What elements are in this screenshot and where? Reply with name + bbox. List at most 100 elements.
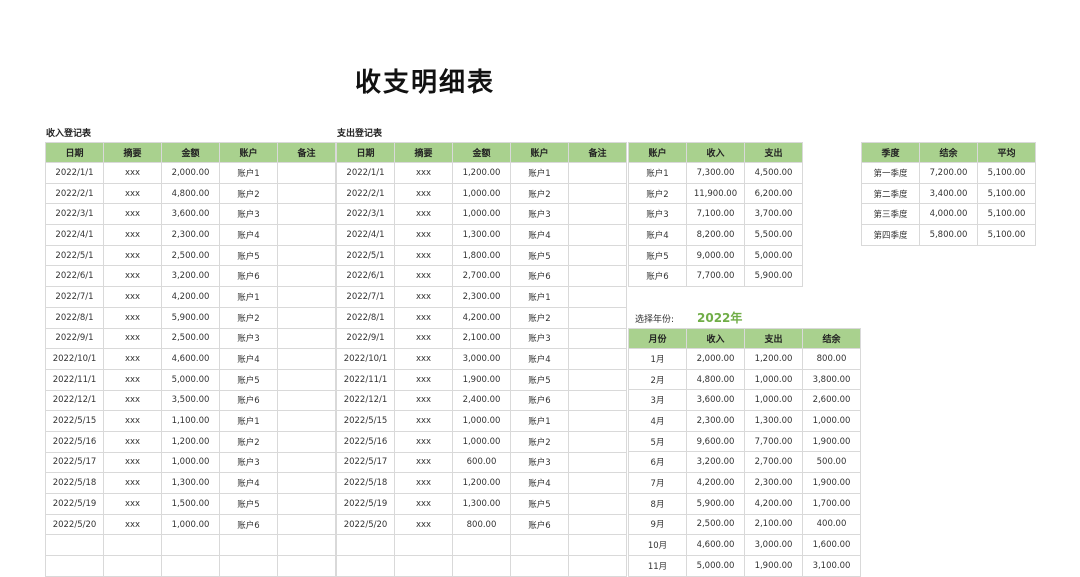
table-cell[interactable]: 2022/5/16 <box>336 430 395 453</box>
table-cell[interactable]: 账户1 <box>219 410 278 432</box>
table-cell[interactable]: 2022/5/15 <box>45 410 104 432</box>
table-cell[interactable]: 1,900.00 <box>452 368 511 391</box>
table-cell[interactable]: 7,200.00 <box>919 162 978 184</box>
table-cell[interactable]: 5,900.00 <box>744 265 803 288</box>
table-cell[interactable]: 1,000.00 <box>161 513 220 536</box>
table-cell[interactable] <box>568 555 627 577</box>
table-cell[interactable]: 1,900.00 <box>744 554 803 577</box>
table-cell[interactable]: 2,700.00 <box>452 265 511 288</box>
table-cell[interactable]: xxx <box>394 389 453 412</box>
table-cell[interactable]: 2022/5/19 <box>45 493 104 515</box>
table-cell[interactable]: 账户3 <box>510 203 569 226</box>
table-cell[interactable]: 4,600.00 <box>161 348 220 370</box>
table-cell[interactable] <box>277 472 336 494</box>
table-cell[interactable]: 3,200.00 <box>686 451 745 474</box>
table-cell[interactable]: 第三季度 <box>861 203 920 226</box>
table-cell[interactable]: 1,000.00 <box>452 182 511 205</box>
table-cell[interactable]: 10月 <box>628 534 687 556</box>
table-cell[interactable]: 1,200.00 <box>744 348 803 370</box>
table-cell[interactable]: 3,600.00 <box>686 389 745 412</box>
table-cell[interactable]: 账户1 <box>219 162 278 184</box>
table-cell[interactable]: 1,000.00 <box>802 410 861 432</box>
table-cell[interactable]: 2022/7/1 <box>336 286 395 308</box>
table-cell[interactable]: xxx <box>103 389 162 412</box>
table-cell[interactable]: 400.00 <box>802 513 861 536</box>
table-cell[interactable]: 3,000.00 <box>452 348 511 370</box>
table-cell[interactable]: 5,900.00 <box>161 306 220 329</box>
table-cell[interactable]: 2022/3/1 <box>45 203 104 226</box>
table-cell[interactable] <box>277 348 336 370</box>
table-cell[interactable]: 2022/2/1 <box>336 182 395 205</box>
table-cell[interactable] <box>45 555 104 577</box>
table-cell[interactable]: 账户5 <box>219 493 278 515</box>
table-cell[interactable] <box>277 182 336 205</box>
table-cell[interactable]: 4,600.00 <box>686 534 745 556</box>
table-cell[interactable]: 1月 <box>628 348 687 370</box>
table-cell[interactable]: 1,000.00 <box>744 389 803 412</box>
table-cell[interactable]: 2,700.00 <box>744 451 803 474</box>
table-cell[interactable]: 1,300.00 <box>744 410 803 432</box>
table-cell[interactable]: 账户5 <box>510 368 569 391</box>
table-cell[interactable]: 2022/1/1 <box>336 162 395 184</box>
table-cell[interactable]: 1,300.00 <box>452 493 511 515</box>
table-cell[interactable] <box>568 265 627 288</box>
table-cell[interactable]: 2,400.00 <box>452 389 511 412</box>
table-cell[interactable]: 2022/8/1 <box>336 306 395 329</box>
table-cell[interactable]: 4,500.00 <box>744 162 803 184</box>
table-cell[interactable]: 1,900.00 <box>802 430 861 453</box>
table-cell[interactable]: 1,200.00 <box>452 162 511 184</box>
table-cell[interactable]: 7,100.00 <box>686 203 745 226</box>
table-cell[interactable]: 2022/11/1 <box>336 368 395 391</box>
table-cell[interactable]: 账户1 <box>510 410 569 432</box>
table-cell[interactable]: 2,100.00 <box>744 513 803 536</box>
table-cell[interactable] <box>103 555 162 577</box>
table-cell[interactable]: 3,500.00 <box>161 389 220 412</box>
table-cell[interactable] <box>568 224 627 246</box>
table-cell[interactable]: 2022/5/18 <box>336 472 395 494</box>
table-cell[interactable]: xxx <box>103 244 162 267</box>
table-cell[interactable] <box>568 203 627 226</box>
table-cell[interactable]: xxx <box>103 182 162 205</box>
table-cell[interactable]: 4,800.00 <box>686 368 745 391</box>
table-cell[interactable]: 800.00 <box>802 348 861 370</box>
table-cell[interactable]: 账户4 <box>219 224 278 246</box>
table-cell[interactable]: xxx <box>394 182 453 205</box>
table-cell[interactable]: 1,000.00 <box>452 410 511 432</box>
table-cell[interactable]: 8,200.00 <box>686 224 745 246</box>
table-cell[interactable] <box>277 513 336 536</box>
table-cell[interactable]: 账户3 <box>219 203 278 226</box>
table-cell[interactable]: 1,900.00 <box>802 472 861 494</box>
table-cell[interactable]: 5,800.00 <box>919 224 978 246</box>
table-cell[interactable] <box>277 244 336 267</box>
table-cell[interactable]: 2022/5/20 <box>45 513 104 536</box>
table-cell[interactable]: 11,900.00 <box>686 182 745 205</box>
table-cell[interactable] <box>568 348 627 370</box>
table-cell[interactable] <box>277 224 336 246</box>
table-cell[interactable] <box>568 286 627 308</box>
table-cell[interactable]: 第二季度 <box>861 182 920 205</box>
table-cell[interactable]: 2022/5/1 <box>45 244 104 267</box>
table-cell[interactable]: 5,000.00 <box>686 554 745 577</box>
table-cell[interactable] <box>277 555 336 577</box>
table-cell[interactable]: xxx <box>103 451 162 474</box>
table-cell[interactable]: 账户6 <box>219 513 278 536</box>
table-cell[interactable]: 1,100.00 <box>161 410 220 432</box>
table-cell[interactable] <box>45 534 104 557</box>
table-cell[interactable]: 账户2 <box>510 306 569 329</box>
table-cell[interactable]: 4,200.00 <box>452 306 511 329</box>
table-cell[interactable]: 7月 <box>628 472 687 494</box>
table-cell[interactable]: 账户4 <box>628 224 687 246</box>
table-cell[interactable]: 9,000.00 <box>686 244 745 267</box>
table-cell[interactable]: 7,700.00 <box>744 430 803 453</box>
table-cell[interactable]: 账户6 <box>510 389 569 412</box>
table-cell[interactable]: 账户2 <box>219 430 278 453</box>
table-cell[interactable] <box>277 368 336 391</box>
table-cell[interactable]: 5,100.00 <box>977 182 1036 205</box>
table-cell[interactable]: xxx <box>394 244 453 267</box>
table-cell[interactable] <box>103 534 162 557</box>
table-cell[interactable]: 2022/6/1 <box>336 265 395 288</box>
table-cell[interactable]: xxx <box>394 286 453 308</box>
table-cell[interactable]: 4,000.00 <box>919 203 978 226</box>
table-cell[interactable] <box>452 555 511 577</box>
table-cell[interactable]: 1,000.00 <box>744 368 803 391</box>
